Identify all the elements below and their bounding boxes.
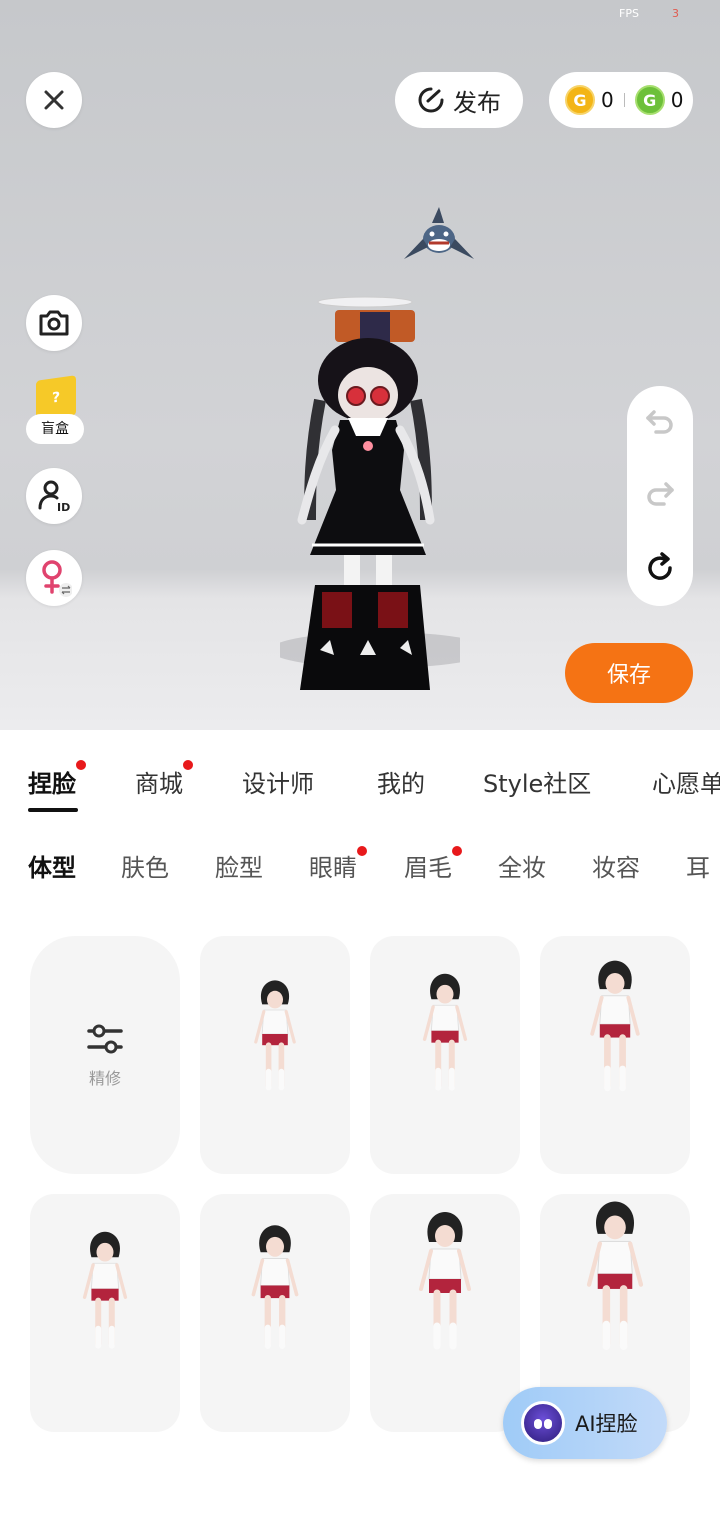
gold-coin-value: 0: [601, 88, 614, 112]
notification-dot: [357, 846, 367, 856]
body-preset-figure: [419, 1212, 471, 1350]
gold-coin-icon: G: [565, 85, 595, 115]
tab-style-community[interactable]: Style社区: [483, 764, 591, 799]
subtab-skin-tone[interactable]: 肤色: [121, 848, 169, 883]
subtab-eyebrows[interactable]: 眉毛: [404, 846, 462, 883]
undo-icon[interactable]: [644, 408, 676, 436]
blind-box-label: 盲盒: [26, 414, 84, 444]
body-preset-card[interactable]: [370, 936, 520, 1174]
female-icon: [42, 560, 72, 597]
body-preset-card[interactable]: [540, 936, 690, 1174]
body-preset-card[interactable]: [370, 1194, 520, 1432]
subtab-face-shape[interactable]: 脸型: [215, 848, 263, 883]
currency-divider: [623, 93, 625, 107]
subtab-full-makeup[interactable]: 全妆: [498, 848, 546, 883]
camera-button[interactable]: [26, 295, 82, 351]
green-coin-icon: G: [634, 85, 665, 115]
sliders-icon: [87, 1024, 123, 1054]
body-preset-figure: [251, 1225, 299, 1349]
subtab-eyes[interactable]: 眼睛: [309, 846, 367, 883]
sub-tab-bar: 体型 肤色 脸型 眼睛 眉毛 全妆 妆容 耳朵: [0, 840, 720, 890]
subtab-body-shape[interactable]: 体型: [28, 848, 76, 883]
refine-card[interactable]: 精修: [30, 936, 180, 1174]
history-panel: [627, 386, 693, 606]
notification-dot: [452, 846, 462, 856]
body-preset-card[interactable]: [200, 936, 350, 1174]
subtab-makeup[interactable]: 妆容: [592, 848, 640, 883]
close-button[interactable]: [26, 72, 82, 128]
redo-icon[interactable]: [644, 480, 676, 508]
main-tab-bar: 捏脸 商城 设计师 我的 Style社区 心愿单: [0, 752, 720, 812]
tab-mine[interactable]: 我的: [377, 764, 425, 799]
currency-display[interactable]: G 0 G 0: [549, 72, 693, 128]
tab-shop[interactable]: 商城: [135, 760, 193, 799]
fps-label: FPS: [619, 7, 639, 20]
notification-dot: [76, 760, 86, 770]
body-preset-figure: [590, 960, 640, 1092]
fps-value: 3: [672, 7, 679, 20]
tab-wishlist[interactable]: 心愿单: [652, 764, 720, 799]
close-icon: [44, 90, 64, 110]
notification-dot: [183, 760, 193, 770]
active-tab-indicator: [28, 808, 78, 812]
refine-label: 精修: [88, 1069, 121, 1088]
ai-face-label: AI捏脸: [575, 1412, 638, 1436]
tab-face-edit[interactable]: 捏脸: [28, 760, 86, 799]
publish-button[interactable]: 发布: [395, 72, 523, 128]
body-preset-figure: [422, 973, 468, 1091]
user-id-icon: ID: [38, 480, 70, 514]
ai-robot-icon: [521, 1401, 565, 1445]
avatar-id-button[interactable]: ID: [26, 468, 82, 524]
save-button[interactable]: 保存: [565, 643, 693, 703]
gender-switch-button[interactable]: [26, 550, 82, 606]
body-preset-figure: [82, 1231, 128, 1349]
body-preset-card[interactable]: [200, 1194, 350, 1432]
publish-icon: [418, 87, 444, 113]
avatar-model[interactable]: [280, 200, 460, 700]
body-preset-figure: [254, 980, 296, 1091]
blind-box-button[interactable]: ? 盲盒: [26, 375, 86, 446]
subtab-ears[interactable]: 耳朵: [686, 848, 720, 890]
body-preset-card[interactable]: [30, 1194, 180, 1432]
reset-icon[interactable]: [644, 552, 676, 584]
green-coin-value: 0: [670, 88, 684, 112]
camera-icon: [39, 310, 69, 336]
publish-label: 发布: [453, 88, 501, 117]
svg-text:ID: ID: [57, 501, 70, 514]
avatar-viewport[interactable]: FPS 3 发布 G 0 G 0 ? 盲盒 ID 保存: [0, 0, 720, 730]
ai-face-button[interactable]: AI捏脸: [503, 1387, 667, 1459]
tab-designer[interactable]: 设计师: [242, 764, 314, 799]
